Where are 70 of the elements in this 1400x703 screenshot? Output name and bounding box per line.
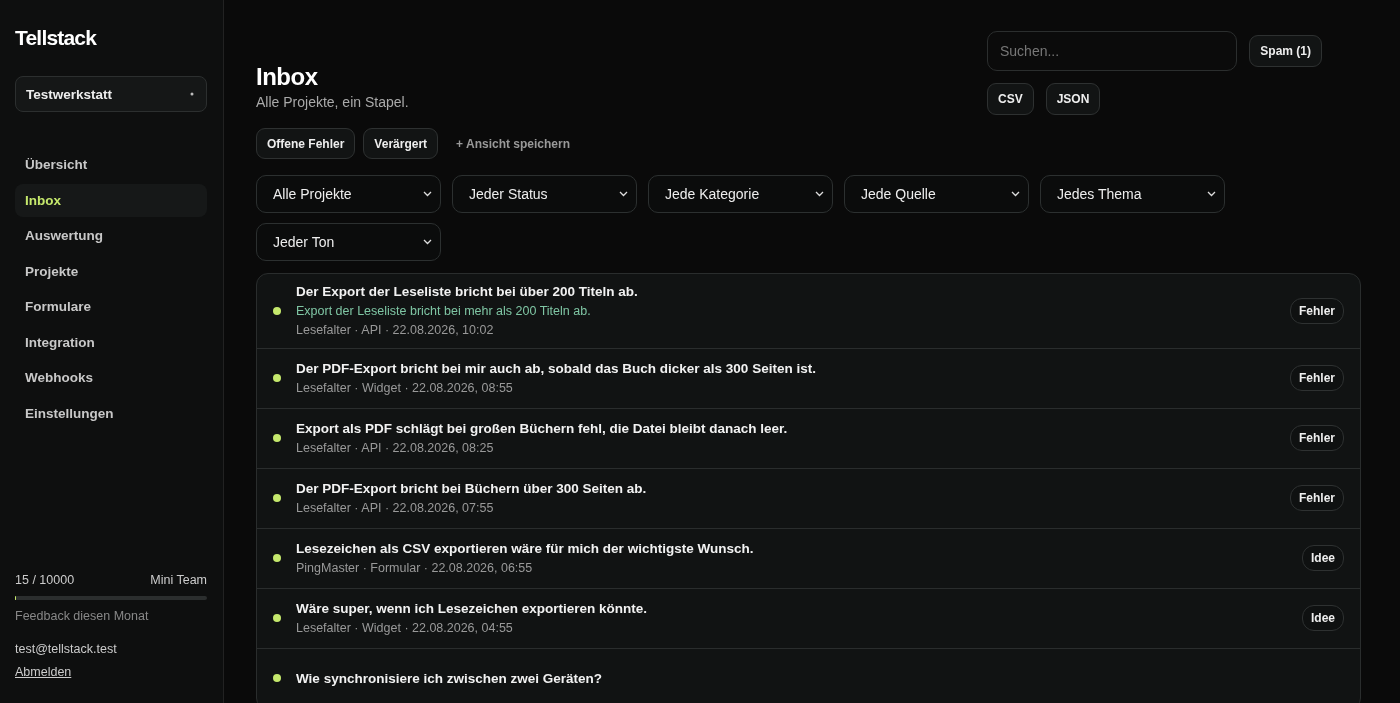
nav-item[interactable]: Formulare [15,290,207,323]
chevron-down-icon [815,191,824,197]
feedback-meta: Lesefalter · Widget · 22.08.2026, 04:55 [296,621,514,635]
saved-view-button[interactable]: Verärgert [363,128,439,159]
status-dot-icon [273,614,281,622]
nav-item[interactable]: Projekte [15,254,207,288]
filter-dropdown[interactable]: Jedes Thema [1040,175,1225,213]
feedback-title: Der PDF-Export bricht bei Büchern über 300 Seiten ab. [296,481,648,496]
feedback-title: Der Export der Leseliste bricht bei über 200 Titeln ab. [296,284,639,299]
feedback-title: Wäre super, wenn ich Lesezeichen exportieren könnte. [296,601,649,616]
feedback-meta: Lesefalter · Widget · 22.08.2026, 08:55 [296,381,514,395]
feedback-title: Lesezeichen als CSV exportieren wäre für mich der wichtigste Wunsch. [296,541,755,556]
feedback-meta: Lesefalter · API · 22.08.2026, 07:55 [296,501,495,515]
chevron-down-icon [423,239,432,245]
logout-link[interactable]: Abmelden [15,665,207,679]
status-dot-icon [273,306,281,315]
brand-logo: Tellstack [15,26,98,50]
chevron-down-icon [1207,191,1216,197]
filter-dropdown[interactable]: Jeder Ton [256,223,441,261]
plan-name: Mini Team [150,573,207,587]
category-tag: Idee [1302,545,1344,571]
nav-item[interactable]: Übersicht [15,148,207,181]
account-email: test@tellstack.test [15,642,118,656]
filter-dropdown[interactable]: Jeder Status [452,175,637,213]
saved-view-button[interactable]: Offene Fehler [256,128,356,159]
feedback-row[interactable]: Der Export der Leseliste bricht bei über 200 Titeln ab. Export der Leseliste bricht bei mehr als 200 Titeln ab. Lesefalter · API · 22.08.2026, 10:02 Fehler [257,274,1360,349]
chevron-down-icon [619,191,628,197]
filter-dropdown[interactable]: Jede Quelle [844,175,1029,213]
feedback-title: Export als PDF schlägt bei großen Büchern fehl, die Datei bleibt danach leer. [296,421,789,436]
usage-caption: Feedback diesen Monat [15,609,150,623]
nav-item[interactable]: Auswertung [15,219,207,252]
usage-count: 15 / 10000 [15,573,75,587]
chevron-down-icon [1011,191,1020,197]
chevron-down-icon [423,191,432,197]
category-tag: Fehler [1290,297,1344,324]
feedback-title: Der PDF-Export bricht bei mir auch ab, sobald das Buch dicker als 300 Seiten ist. [296,361,817,376]
page-title: Inbox [256,63,319,91]
nav-item[interactable]: Webhooks [15,361,207,394]
feedback-title: Wie synchronisiere ich zwischen zwei Geräten? [296,670,603,686]
nav-item[interactable]: Einstellungen [15,396,207,430]
category-tag: Fehler [1290,365,1344,391]
nav-item[interactable]: Inbox [15,183,207,217]
feedback-row[interactable]: Wäre super, wenn ich Lesezeichen exportieren könnte. Lesefalter · Widget · 22.08.2026, 04:55 Idee [257,589,1360,649]
nav-item[interactable]: Integration [15,325,207,359]
status-dot-icon [273,674,281,682]
status-dot-icon [273,494,281,502]
feedback-row[interactable]: Wie synchronisiere ich zwischen zwei Geräten? [257,649,1360,703]
status-dot-icon [273,554,281,562]
feedback-row[interactable]: Lesezeichen als CSV exportieren wäre für mich der wichtigste Wunsch. PingMaster · Formular · 22.08.2026, 06:55 Idee [257,529,1360,589]
search-field[interactable]: Suchen... [987,31,1238,71]
feedback-summary: Export der Leseliste bricht bei mehr als 200 Titeln ab. [296,304,592,318]
feedback-row[interactable]: Der PDF-Export bricht bei mir auch ab, sobald das Buch dicker als 300 Seiten ist. Lesefalter · Widget · 22.08.2026, 08:55 Fehler [257,349,1360,409]
feedback-meta: Lesefalter · API · 22.08.2026, 10:02 [296,323,495,337]
category-tag: Fehler [1290,485,1344,511]
page-subtitle: Alle Projekte, ein Stapel. [256,94,409,110]
filter-dropdown[interactable]: Alle Projekte [256,175,441,213]
feedback-meta: Lesefalter · API · 22.08.2026, 08:25 [296,441,495,455]
spam-button[interactable]: Spam (1) [1249,35,1322,67]
feedback-row[interactable]: Export als PDF schlägt bei großen Büchern fehl, die Datei bleibt danach leer. Lesefalter · API · 22.08.2026, 08:25 Fehler [257,409,1360,469]
export-button[interactable]: JSON [1045,83,1101,115]
status-dot-icon [273,374,281,382]
export-button[interactable]: CSV [987,83,1034,115]
save-view-button[interactable]: + Ansicht speichern [446,136,580,151]
feedback-row[interactable]: Der PDF-Export bricht bei Büchern über 300 Seiten ab. Lesefalter · API · 22.08.2026, 07:55 Fehler [257,469,1360,529]
status-dot-icon [273,434,281,442]
category-tag: Idee [1302,605,1344,631]
workspace-select[interactable]: Testwerkstatt [15,76,207,112]
filter-dropdown[interactable]: Jede Kategorie [648,175,833,213]
category-tag: Fehler [1290,425,1344,451]
feedback-meta: PingMaster · Formular · 22.08.2026, 06:55 [296,561,534,575]
